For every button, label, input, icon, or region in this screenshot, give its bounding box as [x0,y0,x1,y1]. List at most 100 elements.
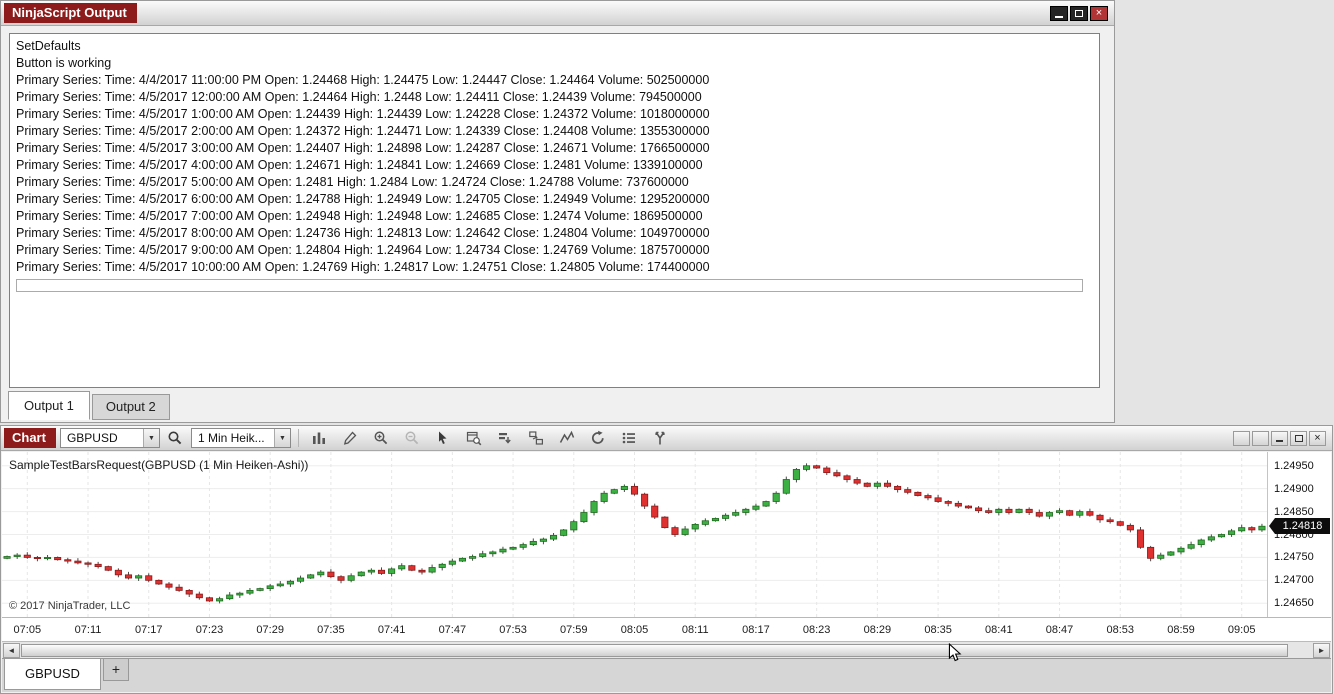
data-series-button[interactable] [616,427,643,449]
indicators-button[interactable] [554,427,581,449]
output-line: Primary Series: Time: 4/5/2017 5:00:00 A… [16,175,689,189]
output-window-buttons: × [1050,5,1108,21]
price-axis-label: 1.24900 [1274,482,1314,495]
chart-style-button[interactable] [306,427,333,449]
interval-link-button[interactable] [1252,430,1269,446]
output-line: Primary Series: Time: 4/5/2017 8:00:00 A… [16,226,710,240]
data-box-icon [467,431,482,446]
tab-output-1[interactable]: Output 1 [8,391,90,420]
time-axis-label: 07:53 [499,624,527,636]
chart-series-label: SampleTestBarsRequest(GBPUSD (1 Min Heik… [9,458,309,472]
data-series-icon [623,432,636,444]
minimize-icon [1055,15,1063,18]
arrow-right-icon: ► [1317,645,1326,655]
panels-button[interactable] [523,427,550,449]
time-axis-label: 07:17 [134,624,163,636]
time-axis-label: 07:59 [560,624,588,636]
candlestick-chart [2,452,1267,617]
add-tab-button[interactable]: + [102,659,130,681]
scroll-left-button[interactable]: ◄ [3,642,20,658]
indicators-icon [560,430,575,443]
toolbar-separator [297,429,299,447]
instrument-link-button[interactable] [1233,430,1250,446]
reload-button[interactable] [585,427,612,449]
close-icon: × [1095,6,1103,19]
chart-style-icon [313,432,326,444]
price-axis-label: 1.24700 [1274,574,1314,587]
reload-icon [592,430,605,444]
time-axis[interactable]: 07:05 07:11 07:17 07:23 07:29 07:35 07:41 07:47… [2,617,1331,641]
restore-button[interactable] [1070,5,1088,21]
output-line: Primary Series: Time: 4/5/2017 2:00:00 A… [16,124,710,138]
maximize-button[interactable] [1290,430,1307,446]
tab-output-2[interactable]: Output 2 [91,394,170,420]
output-line: Primary Series: Time: 4/5/2017 9:00:00 A… [16,243,710,257]
price-marker: 1.24818 [1269,518,1330,535]
chart-trader-button[interactable] [492,427,519,449]
time-axis-label: 07:29 [256,624,284,636]
minimize-button[interactable] [1050,5,1068,21]
data-box-button[interactable] [461,427,488,449]
interval-selector[interactable]: 1 Min Heik... ▼ [190,428,291,448]
desktop: NinjaScript Output × SetDefaults Button i… [0,0,1334,694]
scroll-right-button[interactable]: ► [1313,642,1330,658]
horizontal-scrollbar[interactable]: ◄ ► [2,641,1331,658]
restore-icon [1075,9,1083,17]
output-line: Primary Series: Time: 4/4/2017 11:00:00 … [16,73,710,87]
close-icon: × [1314,431,1321,444]
chart-trader-icon [499,433,512,444]
mouse-cursor [948,643,962,662]
chart-plot[interactable]: SampleTestBarsRequest(GBPUSD (1 Min Heik… [2,452,1267,617]
output-line: Primary Series: Time: 4/5/2017 10:00:00 … [16,260,710,274]
minimize-button[interactable] [1271,430,1288,446]
time-axis-label: 07:23 [195,624,224,636]
output-line: Primary Series: Time: 4/5/2017 12:00:00 … [16,90,702,104]
time-axis-inner: 07:05 07:11 07:17 07:23 07:29 07:35 07:41 07:47… [2,618,1266,641]
output-line: Button is working [16,56,112,70]
output-titlebar[interactable]: NinjaScript Output × [1,1,1114,26]
interval-value: 1 Min Heik... [197,431,265,445]
search-icon [168,431,182,445]
zoom-out-button[interactable] [399,427,426,449]
drawing-tools-button[interactable] [337,427,364,449]
copyright-label: © 2017 NinjaTrader, LLC [9,600,131,612]
chevron-down-icon: ▼ [273,429,290,447]
time-axis-label: 08:29 [863,624,892,636]
time-axis-label: 07:05 [13,624,42,636]
time-axis-label: 08:41 [985,624,1013,636]
output-text-area[interactable]: SetDefaults Button is working Primary Seri… [9,33,1100,388]
zoom-in-button[interactable] [368,427,395,449]
price-axis-label: 1.24750 [1274,551,1314,564]
output-log-lines: SetDefaults Button is working Primary Seri… [16,38,1093,276]
time-axis-label: 08:11 [681,624,709,636]
cursor-button[interactable] [430,427,457,449]
close-button[interactable]: × [1090,5,1108,21]
output-line: Primary Series: Time: 4/5/2017 3:00:00 A… [16,141,710,155]
time-axis-label: 07:11 [74,624,102,636]
output-input[interactable] [16,279,1083,292]
instrument-value: GBPUSD [66,431,118,445]
chart-titlebar[interactable]: Chart GBPUSD ▼ 1 Min Heik... ▼ × [1,426,1332,451]
arrow-left-icon: ◄ [7,645,16,655]
price-axis[interactable]: 1.24818 1.24950 1.24900 1.24850 1.24800 1.24… [1267,452,1331,617]
output-tabs: Output 1 Output 2 [8,391,172,420]
instrument-search-button[interactable] [164,427,187,449]
properties-wrench-icon [655,431,666,445]
zoom-in-icon [375,431,388,445]
chart-tab-bar: GBPUSD + [2,658,1331,692]
chevron-down-icon: ▼ [142,429,159,447]
properties-button[interactable] [647,427,674,449]
close-button[interactable]: × [1309,430,1326,446]
instrument-selector[interactable]: GBPUSD ▼ [59,428,160,448]
chart-window: Chart GBPUSD ▼ 1 Min Heik... ▼ × SampleT… [0,425,1333,694]
time-axis-label: 08:47 [1045,624,1074,636]
output-line: Primary Series: Time: 4/5/2017 4:00:00 A… [16,158,703,172]
scroll-thumb[interactable] [21,643,1288,657]
tab-gbpusd[interactable]: GBPUSD [4,659,101,690]
output-line: Primary Series: Time: 4/5/2017 6:00:00 A… [16,192,710,206]
time-axis-label: 08:53 [1106,624,1135,636]
time-axis-label: 07:35 [317,624,345,636]
time-axis-label: 08:35 [924,624,952,636]
time-axis-label: 08:17 [742,624,770,636]
time-axis-label: 08:59 [1167,624,1195,636]
